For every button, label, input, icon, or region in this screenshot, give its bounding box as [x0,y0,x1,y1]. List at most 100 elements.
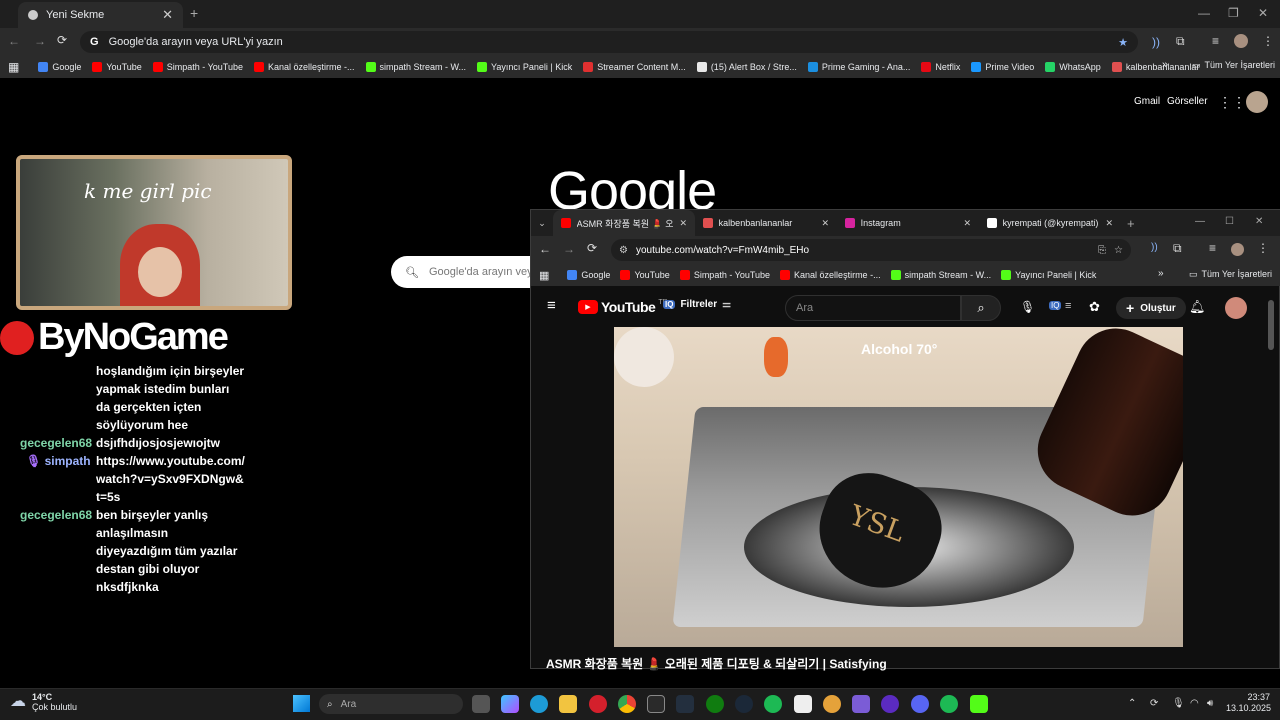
voice-search-icon[interactable]: 🎙︎ [1020,300,1035,314]
address-bar[interactable]: ⚙︎ youtube.com/watch?v=FmW4mib_EHo ⎘ ☆ [611,239,1131,261]
minimize-icon[interactable]: — [1198,6,1210,20]
bookmark-2[interactable]: Simpath - YouTube [152,62,243,72]
task-view-icon[interactable] [472,695,490,713]
bookmark-11[interactable]: WhatsApp [1045,62,1101,72]
tab-0[interactable]: ASMR 화장품 복원 💄 오래된✕ [553,210,695,236]
back-icon[interactable]: ← [539,242,551,256]
chevron-up-icon[interactable]: ⌃ [1128,698,1136,709]
filters-button[interactable]: IQ Filtreler ⚌ [663,299,731,310]
channel-avatar[interactable] [1225,297,1247,319]
reload-icon[interactable]: ⟳ [57,33,67,47]
video-player[interactable]: YSL Alcohol 70° [614,327,1183,647]
all-bookmarks-folder[interactable]: ▭ Tüm Yer İşaretleri [1192,60,1275,71]
apps-grid-icon[interactable]: ▦ [539,269,549,282]
spotify-icon[interactable] [764,695,782,713]
queue-icon[interactable]: ≡ [1065,300,1071,312]
epic-games-icon[interactable] [647,695,665,713]
chrome-icon[interactable] [618,695,636,713]
close-window-icon[interactable]: ✕ [1258,6,1268,20]
microphone-icon[interactable]: 🎙︎ [1172,698,1185,709]
bookmark-2[interactable]: Simpath - YouTube [679,270,770,280]
scrollbar-track[interactable] [1267,296,1275,666]
tab-1[interactable]: kalbenbanlananlar ✕ [695,210,837,236]
close-tab-icon[interactable]: ✕ [679,218,687,229]
install-app-icon[interactable]: ⎘ [1098,245,1106,256]
create-button[interactable]: + Oluştur [1116,297,1186,319]
windows-start-icon[interactable] [293,695,310,712]
bookmark-1[interactable]: YouTube [92,62,142,72]
forward-icon[interactable]: → [563,242,575,256]
file-explorer-icon[interactable] [559,695,577,713]
bookmark-4[interactable]: simpath Stream - W... [890,270,991,280]
extensions-puzzle-icon[interactable]: ⧉ [1176,34,1185,49]
discord-icon[interactable] [911,695,929,713]
opera-icon[interactable] [589,695,607,713]
profile-avatar[interactable] [1234,34,1248,48]
bookmarks-overflow-icon[interactable]: » [1162,59,1168,71]
bookmark-3[interactable]: Kanal özelleştirme -... [780,270,881,280]
restore-icon[interactable]: ☐ [1225,216,1234,227]
close-tab-icon[interactable]: ✕ [162,7,173,23]
volume-icon[interactable]: 🔊︎ [1207,698,1213,709]
youtube-logo[interactable]: ▶ YouTube TR [578,299,668,315]
extensions-puzzle-icon[interactable]: ⧉ [1173,241,1182,256]
bookmarks-overflow-icon[interactable]: » [1158,268,1164,279]
kick-app-icon[interactable] [970,695,988,713]
close-tab-icon[interactable]: ✕ [963,218,971,229]
extension-audio-icon[interactable]: )) [1151,242,1158,253]
bookmark-5[interactable]: Yayıncı Paneli | Kick [477,62,572,72]
amazon-icon[interactable] [676,695,694,713]
obs-icon[interactable] [881,695,899,713]
spotify-icon[interactable] [940,695,958,713]
xbox-icon[interactable] [706,695,724,713]
google-apps-icon[interactable]: ⋮⋮ [1218,94,1246,111]
capcut-icon[interactable] [794,695,812,713]
new-tab-button[interactable]: + [1127,216,1135,231]
bookmark-0[interactable]: Google [38,62,81,72]
notifications-bell-icon[interactable]: 🔔︎ [1189,299,1206,315]
sync-icon[interactable]: ⟳ [1150,698,1158,709]
gmail-link[interactable]: Gmail [1134,96,1160,107]
close-tab-icon[interactable]: ✕ [1105,218,1113,229]
bookmark-8[interactable]: Prime Gaming - Ana... [807,62,910,72]
google-search-box[interactable]: 🔍︎ Google'da arayın veya [391,256,551,288]
network-icon[interactable]: ◠ [1190,698,1199,709]
extension-iq-icon[interactable]: IQ [1049,301,1062,310]
address-bar[interactable]: G Google'da arayın veya URL'yi yazın ★ [80,31,1138,53]
bookmark-6[interactable]: Streamer Content M... [583,62,686,72]
media-control-icon[interactable]: ≡ [1212,34,1219,48]
bookmark-3[interactable]: Kanal özelleştirme -... [253,62,355,72]
menu-kebab-icon[interactable]: ⋮ [1257,241,1269,255]
weather-widget[interactable]: ☁︎ 14°C Çok bulutlu [10,692,77,712]
tab-2[interactable]: Instagram ✕ [837,210,979,236]
bookmark-12[interactable]: kalbenbanlananlar [1111,62,1199,72]
forward-icon[interactable]: → [34,34,46,48]
new-tab-button[interactable]: + [190,5,198,21]
bookmark-10[interactable]: Prime Video [971,62,1034,72]
bookmark-7[interactable]: (15) Alert Box / Stre... [696,62,797,72]
images-link[interactable]: Görseller [1167,96,1208,107]
account-avatar[interactable] [1246,91,1268,113]
youtube-search-input[interactable]: Ara [785,295,961,321]
bookmark-star-icon[interactable]: ★ [1118,36,1128,49]
scrollbar-thumb[interactable] [1268,300,1274,350]
bookmark-9[interactable]: Netflix [921,62,960,72]
minimize-icon[interactable]: — [1195,216,1205,227]
media-control-icon[interactable]: ≡ [1209,241,1216,255]
close-tab-icon[interactable]: ✕ [821,218,829,229]
reload-icon[interactable]: ⟳ [587,241,597,255]
system-clock[interactable]: 23:37 13.10.2025 [1226,692,1271,714]
all-bookmarks-folder[interactable]: ▭ Tüm Yer İşaretleri [1189,269,1272,280]
site-info-icon[interactable]: ⚙︎ [619,245,628,256]
bookmark-1[interactable]: YouTube [620,270,670,280]
steam-icon[interactable] [735,695,753,713]
bookmark-5[interactable]: Yayıncı Paneli | Kick [1001,270,1096,280]
restore-icon[interactable]: ❐ [1228,6,1239,20]
back-icon[interactable]: ← [8,34,20,48]
extension-flower-icon[interactable]: ✿ [1089,299,1100,315]
extension-audio-icon[interactable]: )) [1152,35,1160,49]
youtube-search-button[interactable]: ⌕ [961,295,1001,321]
bookmark-star-icon[interactable]: ☆ [1114,245,1123,256]
taskbar-search[interactable]: ⌕ Ara [319,694,463,714]
tab-new-tab[interactable]: Yeni Sekme ✕ [18,2,183,28]
